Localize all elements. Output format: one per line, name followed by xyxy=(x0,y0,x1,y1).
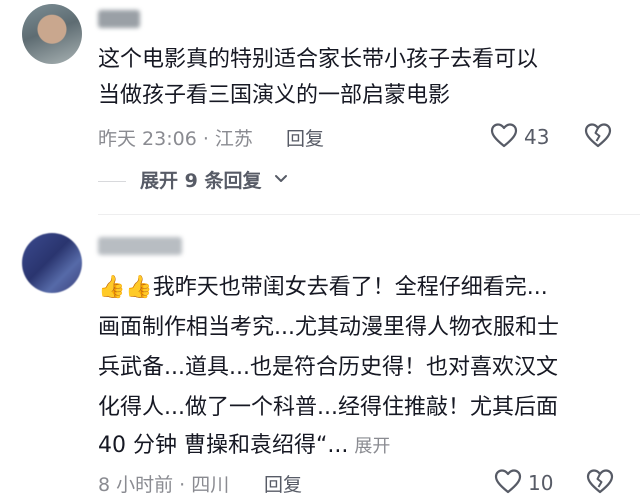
thumbs-up-emoji: 👍👍 xyxy=(98,275,153,300)
chevron-down-icon xyxy=(274,174,288,184)
like-button[interactable] xyxy=(494,468,522,494)
comment-text-line: 化得人...做了一个科普...经得住推敲！尤其后面 xyxy=(98,395,558,420)
heart-outline-icon xyxy=(494,468,522,494)
avatar[interactable] xyxy=(22,233,82,293)
comment-text-line: 👍👍我昨天也带闺女去看了！全程仔细看完... xyxy=(98,270,548,305)
dislike-button[interactable] xyxy=(586,468,614,494)
broken-heart-icon xyxy=(584,122,612,148)
broken-heart-icon xyxy=(586,468,614,494)
comment-text-line: 这个电影真的特别适合家长带小孩子去看可以 xyxy=(98,47,539,72)
comment-text-line: 当做孩子看三国演义的一部启蒙电影 xyxy=(98,83,451,108)
like-button[interactable] xyxy=(490,122,518,148)
like-count: 43 xyxy=(524,125,550,149)
comment-divider xyxy=(98,214,640,215)
comment-text: 40 分钟 曹操和袁绍得“... xyxy=(98,433,349,458)
comment-text-line: 40 分钟 曹操和袁绍得“... 展开 xyxy=(98,428,390,464)
comment-text: 我昨天也带闺女去看了！全程仔细看完... xyxy=(152,275,548,300)
comment-text-line: 兵武备...道具...也是符合历史得！也对喜欢汉文 xyxy=(98,355,558,380)
expand-replies-button[interactable]: 展开 9 条回复 xyxy=(140,166,261,193)
username-blurred[interactable] xyxy=(98,10,140,28)
avatar[interactable] xyxy=(22,4,82,64)
heart-outline-icon xyxy=(490,122,518,148)
dislike-button[interactable] xyxy=(584,122,612,148)
expand-replies-label: 展开 9 条回复 xyxy=(140,170,262,192)
comment-time-location: 昨天 23:06 · 江苏 xyxy=(98,128,253,150)
expand-divider xyxy=(98,181,126,182)
comment-text-line: 画面制作相当考究...尤其动漫里得人物衣服和士 xyxy=(98,315,559,340)
username-blurred[interactable] xyxy=(98,237,182,255)
expand-text-button[interactable]: 展开 xyxy=(354,436,390,457)
reply-button[interactable]: 回复 xyxy=(286,124,324,151)
like-count: 10 xyxy=(528,471,554,495)
